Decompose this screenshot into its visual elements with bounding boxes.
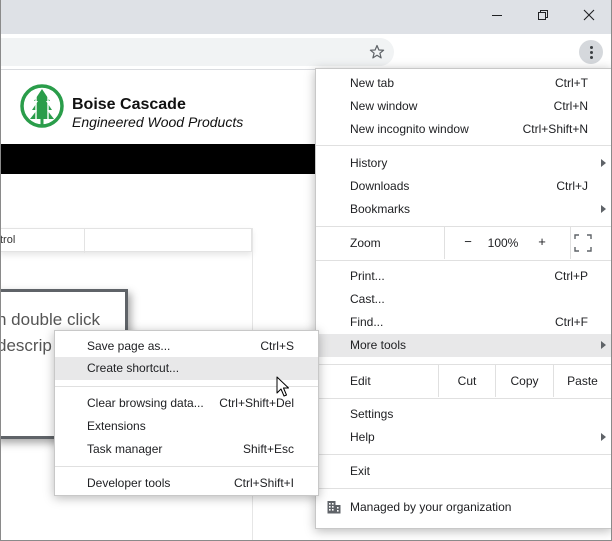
- submenu-item-developer-tools[interactable]: Developer tools Ctrl+Shift+I: [55, 472, 318, 495]
- menu-separator: [55, 466, 318, 467]
- menu-separator: [316, 398, 611, 399]
- submenu-item-extensions[interactable]: Extensions: [55, 415, 318, 438]
- bookmark-star-button[interactable]: [367, 42, 387, 62]
- menu-item-more-tools[interactable]: More tools: [316, 334, 611, 357]
- title-bar: [0, 0, 612, 34]
- zoom-out-button[interactable]: −: [459, 234, 477, 249]
- mouse-pointer-icon: [276, 376, 289, 397]
- browser-menu-button[interactable]: [579, 40, 603, 64]
- zoom-level: 100%: [487, 236, 519, 250]
- menu-separator: [316, 260, 611, 261]
- column-divider: [84, 229, 85, 253]
- close-button[interactable]: [566, 0, 612, 30]
- address-bar[interactable]: [0, 38, 394, 66]
- menu-zoom-row: Zoom − 100% +: [316, 227, 611, 259]
- menu-item-find[interactable]: Find... Ctrl+F: [316, 311, 611, 334]
- paste-button[interactable]: Paste: [553, 365, 611, 397]
- zoom-controls: − 100% +: [444, 227, 571, 259]
- tree-logo-icon: [20, 84, 64, 128]
- fullscreen-icon[interactable]: [574, 234, 592, 252]
- menu-edit-row: Edit Cut Copy Paste: [316, 365, 611, 397]
- three-dots-vertical-icon: [589, 45, 593, 49]
- table-header: trol: [0, 228, 252, 253]
- restore-button[interactable]: [520, 0, 566, 30]
- chevron-right-icon: [601, 433, 606, 441]
- menu-item-managed[interactable]: Managed by your organization: [316, 495, 611, 519]
- dialog-text-line1: n double click: [0, 310, 101, 329]
- menu-item-history[interactable]: History: [316, 152, 611, 175]
- submenu-item-save-page[interactable]: Save page as... Ctrl+S: [55, 335, 318, 358]
- menu-item-new-window[interactable]: New window Ctrl+N: [316, 95, 611, 118]
- chevron-right-icon: [601, 341, 606, 349]
- star-icon: [369, 44, 385, 59]
- menu-separator: [316, 488, 611, 489]
- close-icon: [583, 9, 595, 21]
- cut-button[interactable]: Cut: [438, 365, 495, 397]
- building-icon: [327, 501, 341, 514]
- menu-item-help[interactable]: Help: [316, 426, 611, 449]
- table-header-label: trol: [0, 234, 16, 246]
- copy-button[interactable]: Copy: [495, 365, 553, 397]
- edit-label: Edit: [350, 374, 371, 388]
- zoom-label: Zoom: [350, 236, 381, 250]
- minimize-icon: [492, 15, 502, 16]
- more-tools-submenu: Save page as... Ctrl+S Create shortcut..…: [54, 330, 319, 496]
- menu-item-new-incognito[interactable]: New incognito window Ctrl+Shift+N: [316, 118, 611, 141]
- menu-item-downloads[interactable]: Downloads Ctrl+J: [316, 175, 611, 198]
- menu-item-exit[interactable]: Exit: [316, 460, 611, 483]
- brand-name: Boise Cascade: [72, 96, 186, 113]
- browser-toolbar: [0, 34, 612, 70]
- submenu-item-task-manager[interactable]: Task manager Shift+Esc: [55, 438, 318, 461]
- brand-tagline: Engineered Wood Products: [72, 114, 244, 130]
- menu-item-settings[interactable]: Settings: [316, 403, 611, 426]
- menu-separator: [316, 145, 611, 146]
- menu-item-new-tab[interactable]: New tab Ctrl+T: [316, 72, 611, 95]
- chevron-right-icon: [601, 159, 606, 167]
- dialog-text-line2: descrip: [0, 336, 52, 355]
- chevron-right-icon: [601, 205, 606, 213]
- menu-item-bookmarks[interactable]: Bookmarks: [316, 198, 611, 221]
- restore-icon: [538, 10, 548, 20]
- browser-menu: New tab Ctrl+T New window Ctrl+N New inc…: [315, 68, 612, 529]
- zoom-in-button[interactable]: +: [533, 234, 551, 249]
- menu-separator: [316, 454, 611, 455]
- menu-item-cast[interactable]: Cast...: [316, 288, 611, 311]
- menu-item-print[interactable]: Print... Ctrl+P: [316, 265, 611, 288]
- minimize-button[interactable]: [474, 0, 520, 30]
